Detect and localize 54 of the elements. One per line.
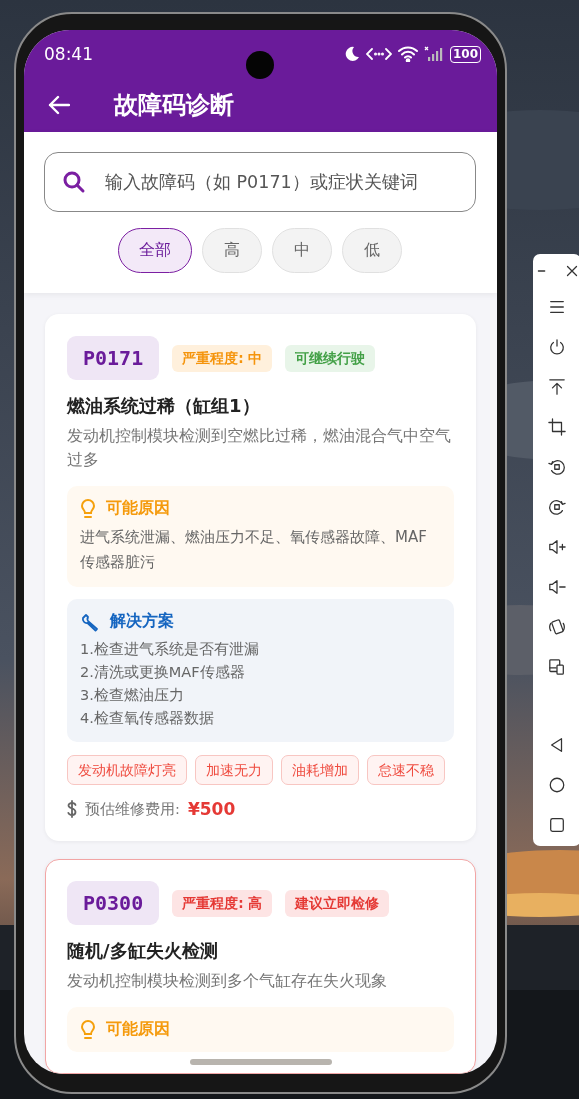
moon-icon <box>343 46 360 63</box>
filter-chip[interactable]: 全部 <box>118 228 192 273</box>
symptom-tag: 怠速不稳 <box>367 755 445 785</box>
fault-title: 燃油系统过稀（缸组1） <box>67 394 261 418</box>
phone-rotate-icon[interactable] <box>548 618 566 636</box>
dollar-icon <box>67 800 77 818</box>
status-time: 08:41 <box>44 44 94 65</box>
causes-text: 进气系统泄漏、燃油压力不足、氧传感器故障、MAF传感器脏污 <box>80 527 428 573</box>
home-icon[interactable] <box>548 776 566 794</box>
symptom-tag: 发动机故障灯亮 <box>67 755 187 785</box>
wrench-icon <box>80 611 100 632</box>
causes-heading: 可能原因 <box>106 498 170 519</box>
solution-step: 4.检查氧传感器数据 <box>80 707 441 730</box>
fault-code: P0171 <box>67 336 160 380</box>
volume-down-icon[interactable] <box>548 578 566 596</box>
crop-icon[interactable] <box>548 418 566 436</box>
rotate-left-icon[interactable] <box>548 458 566 476</box>
filter-chip[interactable]: 中 <box>272 228 332 273</box>
lightbulb-icon <box>80 1019 96 1040</box>
search-icon <box>62 170 86 194</box>
symptom-tag: 加速无力 <box>195 755 273 785</box>
menu-icon[interactable] <box>548 298 566 316</box>
back-arrow-icon[interactable] <box>48 95 70 116</box>
volume-up-icon[interactable] <box>548 538 566 556</box>
solution-step: 1.检查进气系统是否有泄漏 <box>80 638 441 661</box>
severity-tag: 严重程度: 高 <box>172 889 273 917</box>
signal-icon <box>423 46 444 63</box>
fault-description: 发动机控制模块检测到多个气缸存在失火现象 <box>67 970 388 992</box>
advice-tag: 可继续行驶 <box>285 344 376 372</box>
symptom-tag: 油耗增加 <box>281 755 359 785</box>
page-title: 故障码诊断 <box>114 90 234 122</box>
devices-icon[interactable] <box>548 658 566 676</box>
solution-step: 2.清洗或更换MAF传感器 <box>80 661 441 684</box>
causes-heading: 可能原因 <box>106 1019 170 1040</box>
solution-step: 3.检查燃油压力 <box>80 684 441 707</box>
advice-tag: 建议立即检修 <box>285 889 390 917</box>
cost-label: 预估维修费用: <box>85 799 180 819</box>
filter-chip[interactable]: 低 <box>342 228 402 273</box>
fault-description: 发动机控制模块检测到空燃比过稀，燃油混合气中空气过多 <box>67 425 452 471</box>
fault-title: 随机/多缸失火检测 <box>67 939 219 963</box>
power-icon[interactable] <box>548 338 566 356</box>
wifi-icon <box>397 46 418 63</box>
code-icon <box>365 47 392 62</box>
recents-icon[interactable] <box>548 816 566 834</box>
rotate-right-icon[interactable] <box>548 498 566 516</box>
fault-code: P0300 <box>67 881 160 925</box>
upload-icon[interactable] <box>548 378 566 396</box>
cost-value: ¥500 <box>187 799 236 819</box>
solutions-heading: 解决方案 <box>110 611 174 632</box>
filter-chip[interactable]: 高 <box>202 228 262 273</box>
battery-level: 100 <box>449 45 481 63</box>
search-field[interactable]: 输入故障码（如 P0171）或症状关键词 <box>44 152 476 212</box>
severity-tag: 严重程度: 中 <box>172 344 273 372</box>
lightbulb-icon <box>80 498 96 519</box>
